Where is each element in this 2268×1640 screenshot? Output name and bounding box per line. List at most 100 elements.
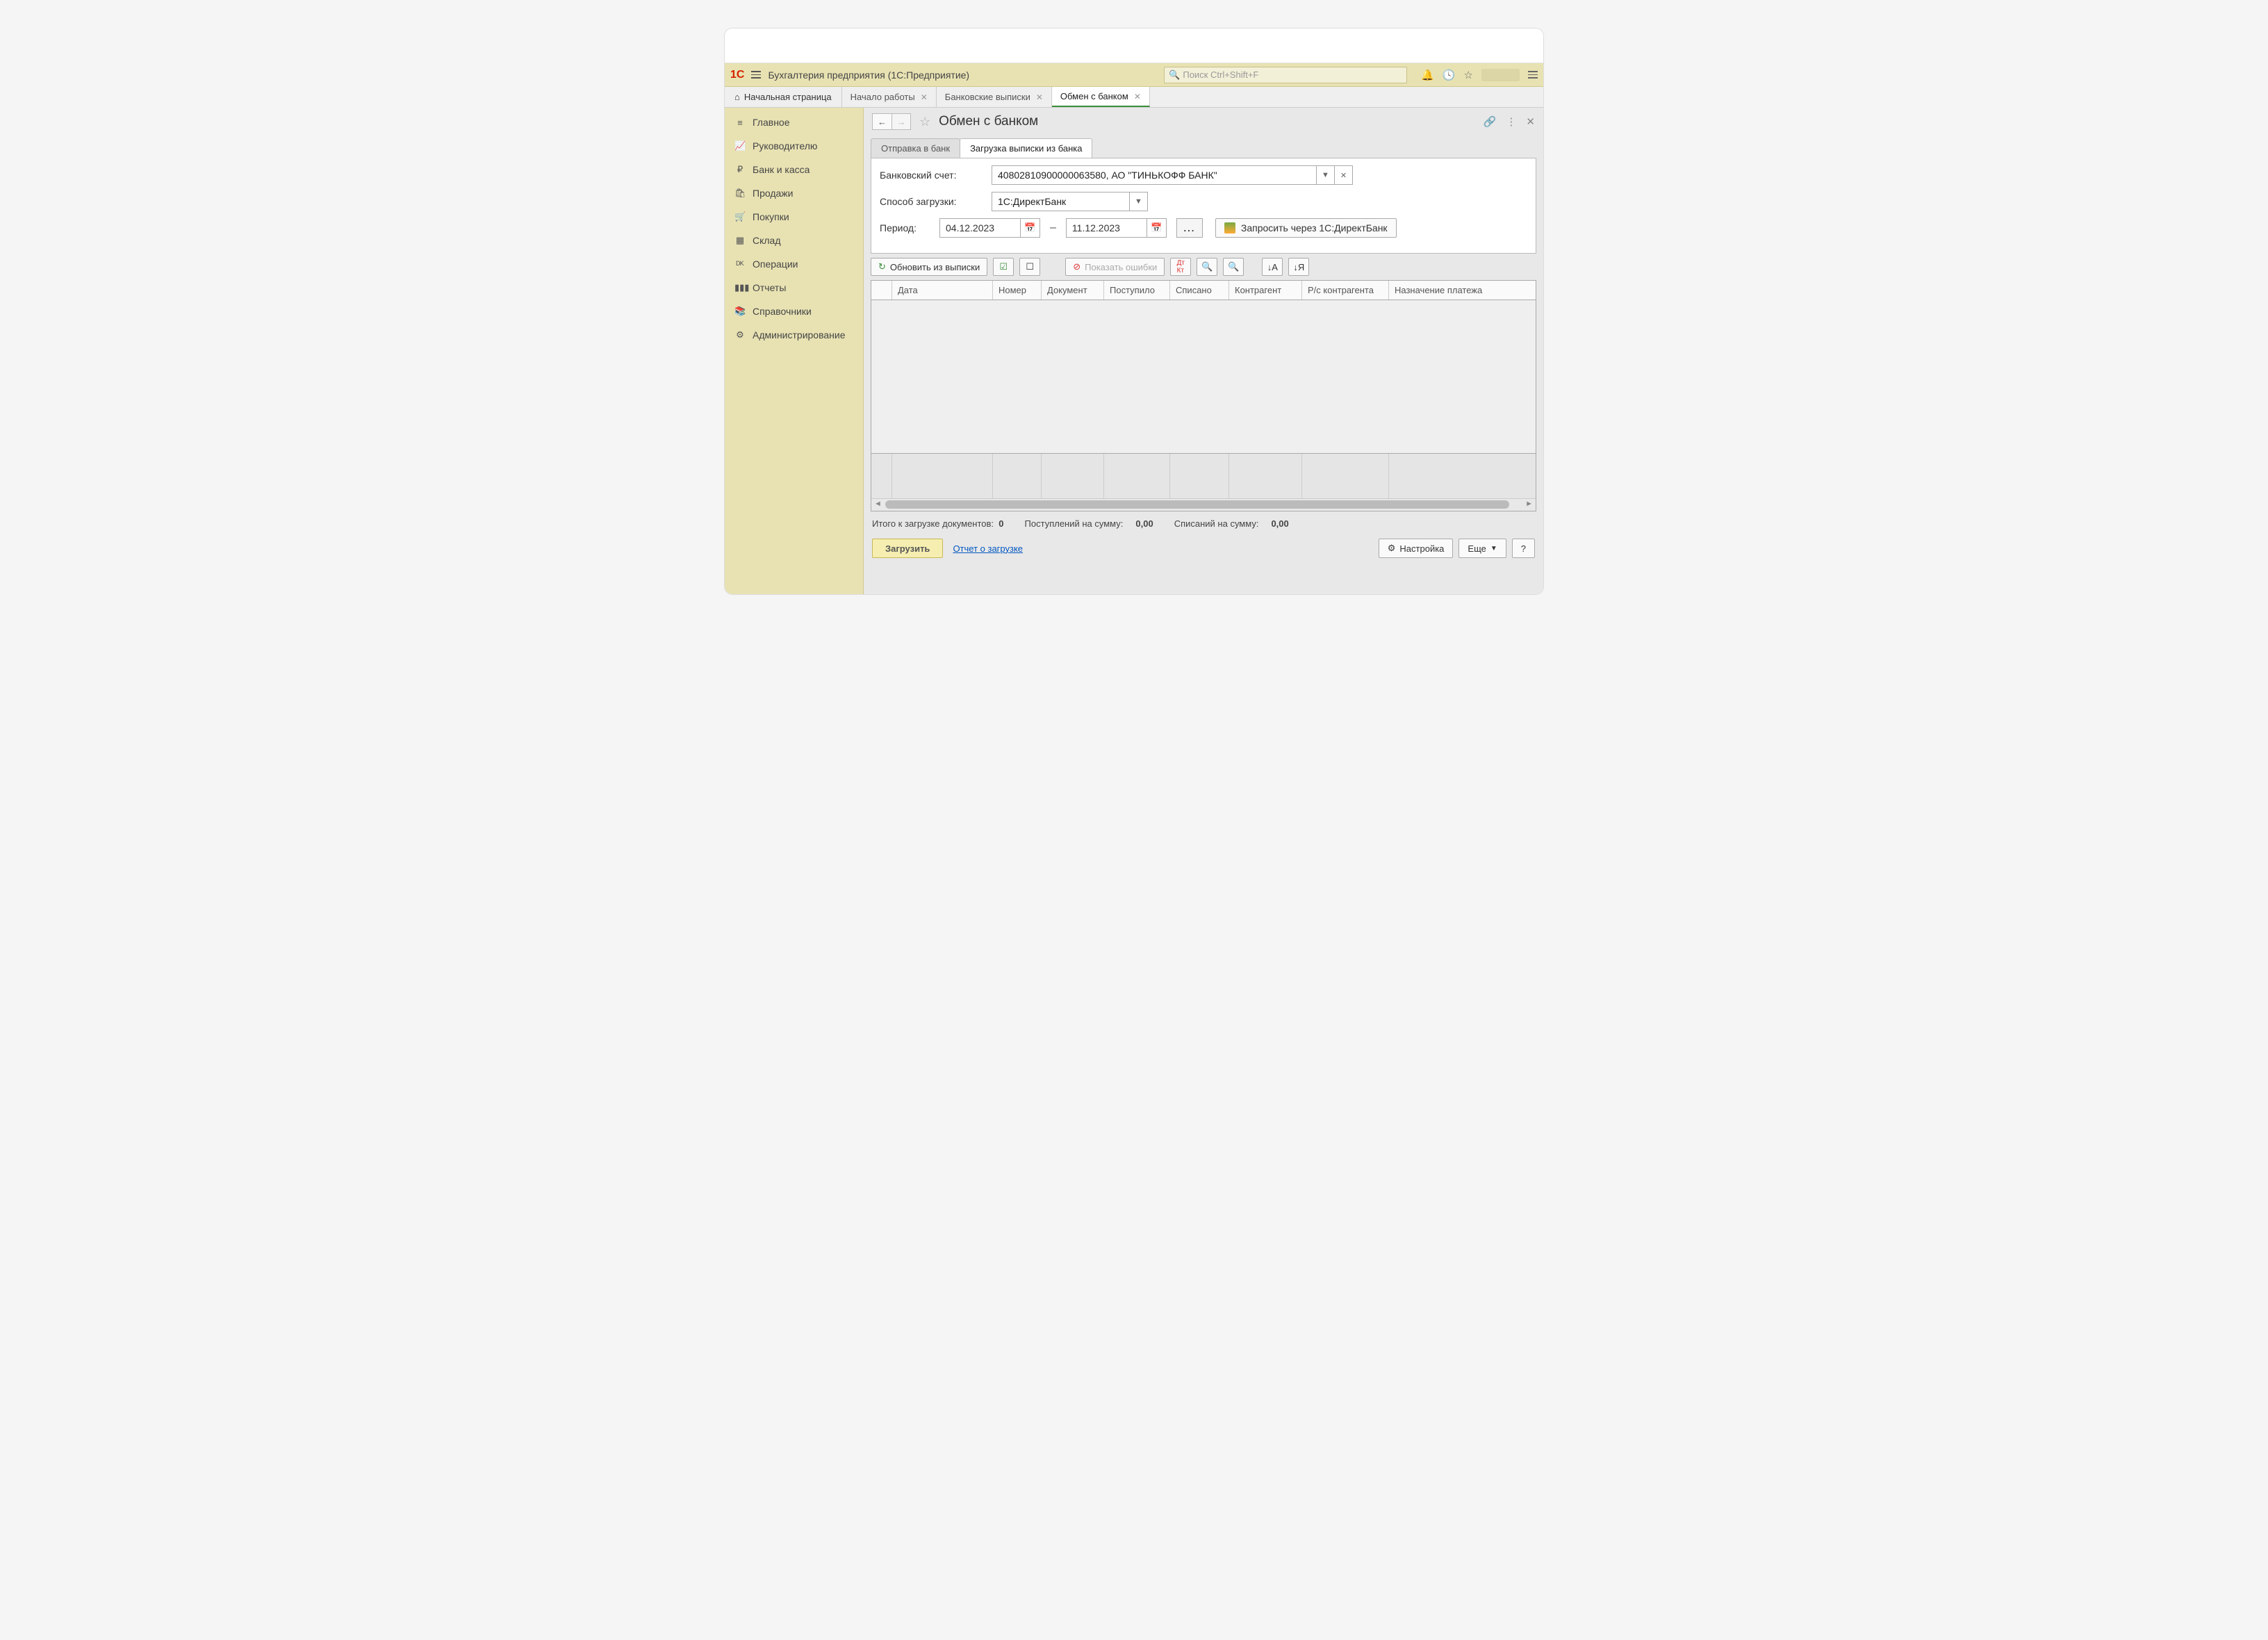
close-icon[interactable]: ✕ [1036, 92, 1043, 102]
summary-bar: Итого к загрузке документов: 0 Поступлен… [864, 511, 1543, 536]
sidebar-item-warehouse[interactable]: ▦Склад [725, 229, 863, 252]
calendar-icon[interactable]: 📅 [1147, 219, 1166, 237]
tab-home[interactable]: ⌂ Начальная страница [725, 87, 842, 107]
app-logo: 1C [730, 69, 744, 81]
sidebar-item-operations[interactable]: ᴰᴷОперации [725, 252, 863, 276]
subtab-send[interactable]: Отправка в банк [871, 138, 960, 158]
date-from-input[interactable]: 04.12.2023 📅 [939, 218, 1040, 238]
sidebar-item-label: Отчеты [753, 282, 786, 293]
account-input[interactable]: 40802810900000063580, АО "ТИНЬКОФФ БАНК"… [992, 165, 1353, 185]
gear-icon: ⚙ [734, 329, 746, 341]
find-button[interactable]: 🔍 [1197, 258, 1217, 276]
subtab-load[interactable]: Загрузка выписки из банка [960, 138, 1092, 158]
th-number[interactable]: Номер [993, 281, 1042, 300]
user-block[interactable] [1481, 69, 1520, 81]
th-purpose[interactable]: Назначение платежа [1389, 281, 1536, 300]
scrollbar-thumb[interactable] [885, 500, 1509, 509]
main-menu-icon[interactable] [751, 71, 761, 79]
tab-bank-exchange[interactable]: Обмен с банком ✕ [1052, 87, 1150, 107]
th-account[interactable]: Р/с контрагента [1302, 281, 1389, 300]
bell-icon[interactable]: 🔔 [1421, 69, 1434, 81]
sidebar-item-label: Справочники [753, 306, 812, 317]
sort-asc-button[interactable]: ↓А [1262, 258, 1283, 276]
chevron-down-icon: ▼ [1490, 545, 1497, 552]
th-date[interactable]: Дата [892, 281, 993, 300]
th-income[interactable]: Поступило [1104, 281, 1170, 300]
close-icon[interactable]: ✕ [1134, 92, 1141, 101]
nav-back-button[interactable]: ← [872, 113, 891, 130]
statements-table: Дата Номер Документ Поступило Списано Ко… [871, 280, 1536, 511]
sidebar-item-label: Продажи [753, 188, 793, 199]
more-button[interactable]: Еще▼ [1458, 539, 1506, 558]
refresh-button[interactable]: ↻ Обновить из выписки [871, 258, 987, 276]
sidebar-item-admin[interactable]: ⚙Администрирование [725, 323, 863, 347]
sidebar-item-main[interactable]: ≡Главное [725, 110, 863, 134]
dtkt-button[interactable]: ДтКт [1170, 258, 1191, 276]
sidebar-item-directories[interactable]: 📚 Справочники [725, 300, 863, 323]
nav-forward-button[interactable]: → [891, 113, 911, 130]
bag-icon: 🛍 [734, 188, 746, 199]
method-input[interactable]: 1С:ДиректБанк ▼ [992, 192, 1148, 211]
sidebar-item-sales[interactable]: 🛍 Продажи [725, 181, 863, 205]
th-outcome[interactable]: Списано [1170, 281, 1229, 300]
clear-find-button[interactable]: 🔍 [1223, 258, 1244, 276]
th-document[interactable]: Документ [1042, 281, 1104, 300]
global-search-input[interactable]: 🔍 Поиск Ctrl+Shift+F [1164, 67, 1407, 83]
uncheck-all-button[interactable]: ☐ [1019, 258, 1040, 276]
content-header: ← → ☆ Обмен с банком 🔗 ⋮ ✕ [864, 108, 1543, 136]
docs-value: 0 [999, 518, 1003, 529]
load-button[interactable]: Загрузить [872, 539, 943, 558]
calendar-icon[interactable]: 📅 [1020, 219, 1040, 237]
check-icon: ☑ [999, 261, 1008, 272]
date-to-input[interactable]: 11.12.2023 📅 [1066, 218, 1167, 238]
lines-icon: ≡ [734, 117, 746, 128]
search-icon: 🔍 [1201, 261, 1213, 272]
gear-icon: ⚙ [1388, 543, 1396, 554]
window-menu-icon[interactable] [1528, 71, 1538, 79]
dropdown-icon[interactable]: ▼ [1129, 192, 1147, 211]
search-icon: 🔍 [1169, 69, 1180, 81]
refresh-label: Обновить из выписки [890, 262, 980, 272]
page-title: Обмен с банком [939, 114, 1038, 129]
uncheck-icon: ☐ [1026, 261, 1034, 272]
sidebar-item-label: Склад [753, 235, 781, 246]
tab-start[interactable]: Начало работы ✕ [842, 87, 937, 107]
link-icon[interactable]: 🔗 [1484, 115, 1497, 128]
ruble-icon: ₽ [734, 164, 746, 175]
kebab-icon[interactable]: ⋮ [1506, 115, 1516, 128]
sidebar-item-manager[interactable]: 📈Руководителю [725, 134, 863, 158]
tab-bank-statements[interactable]: Банковские выписки ✕ [937, 87, 1052, 107]
sidebar-item-purchases[interactable]: 🛒Покупки [725, 205, 863, 229]
app-window: 1C Бухгалтерия предприятия (1С:Предприят… [724, 28, 1544, 595]
search-placeholder: Поиск Ctrl+Shift+F [1183, 69, 1258, 80]
show-errors-button[interactable]: ⊘Показать ошибки [1065, 258, 1165, 276]
history-icon[interactable]: 🕓 [1443, 69, 1456, 81]
document-tabs: ⌂ Начальная страница Начало работы ✕ Бан… [725, 87, 1543, 108]
star-icon[interactable]: ☆ [1464, 69, 1473, 81]
settings-button[interactable]: ⚙Настройка [1379, 539, 1454, 558]
report-link[interactable]: Отчет о загрузке [953, 543, 1023, 554]
refresh-icon: ↻ [878, 261, 886, 272]
close-panel-icon[interactable]: ✕ [1526, 115, 1535, 128]
request-directbank-button[interactable]: Запросить через 1С:ДиректБанк [1215, 218, 1397, 238]
favorite-icon[interactable]: ☆ [919, 115, 930, 129]
books-icon: 📚 [734, 306, 746, 317]
errors-label: Показать ошибки [1085, 262, 1157, 272]
check-all-button[interactable]: ☑ [993, 258, 1014, 276]
horizontal-scrollbar[interactable] [871, 498, 1536, 511]
out-label: Списаний на сумму: [1174, 518, 1259, 529]
nav-sidebar: ≡Главное 📈Руководителю ₽Банк и касса 🛍 Пр… [725, 108, 864, 594]
th-counterparty[interactable]: Контрагент [1229, 281, 1302, 300]
sidebar-item-bank[interactable]: ₽Банк и касса [725, 158, 863, 181]
help-button[interactable]: ? [1512, 539, 1535, 558]
clear-icon[interactable]: ✕ [1334, 166, 1352, 184]
close-icon[interactable]: ✕ [921, 92, 928, 102]
period-select-button[interactable]: ... [1176, 218, 1203, 238]
sidebar-item-label: Операции [753, 259, 798, 270]
table-header: Дата Номер Документ Поступило Списано Ко… [871, 281, 1536, 300]
th-check[interactable] [871, 281, 892, 300]
dropdown-icon[interactable]: ▼ [1316, 166, 1334, 184]
sort-desc-button[interactable]: ↓Я [1288, 258, 1309, 276]
sidebar-item-reports[interactable]: ▮▮▮Отчеты [725, 276, 863, 300]
sidebar-item-label: Руководителю [753, 140, 817, 151]
